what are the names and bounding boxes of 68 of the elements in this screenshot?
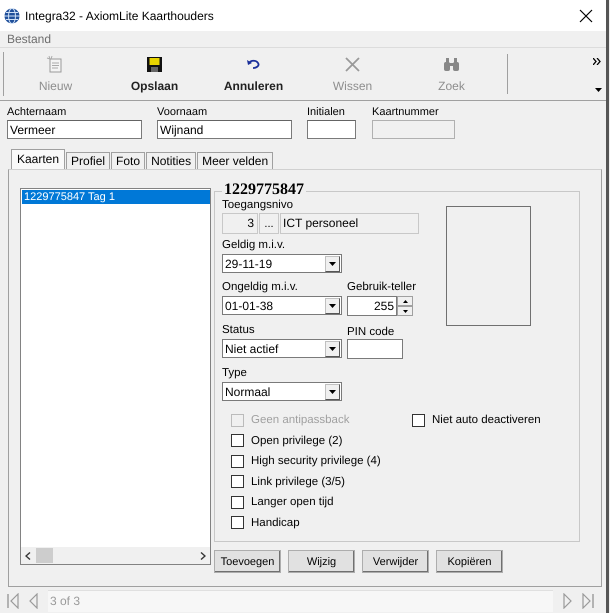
number-field[interactable]: 255 — [347, 296, 397, 316]
window-title: Integra32 - AxiomLite Kaarthouders — [25, 8, 215, 22]
close-icon[interactable] — [579, 8, 593, 22]
up-arrow-icon — [402, 300, 408, 302]
record-position-field: 3 of 3 — [48, 590, 553, 612]
checkbox-label: High security privilege (4) — [251, 455, 381, 468]
checkbox[interactable] — [231, 496, 244, 509]
dropdown[interactable]: Niet actief — [222, 339, 342, 358]
dropdown-arrow-icon[interactable] — [595, 88, 602, 92]
tab[interactable]: Foto — [111, 152, 146, 169]
checkbox[interactable] — [231, 454, 244, 468]
horizontal-scrollbar[interactable] — [21, 547, 210, 564]
action-button[interactable]: Kopiëren — [436, 550, 503, 573]
field-label: Toegangsnivo — [222, 198, 294, 212]
globe-icon — [4, 8, 20, 24]
checkbox-label: Niet auto deactiveren — [432, 414, 541, 426]
text-field[interactable]: Wijnand — [157, 120, 292, 139]
save-button[interactable]: Opslaan — [105, 48, 204, 100]
field-label: Voornaam — [157, 105, 208, 120]
text-field[interactable]: Vermeer — [7, 120, 142, 139]
field-label: PIN code — [347, 325, 396, 339]
dropdown[interactable]: Normaal — [222, 382, 342, 401]
field-label: Type — [222, 366, 248, 380]
chevron-icon[interactable] — [593, 58, 602, 65]
binoculars-icon — [442, 55, 461, 74]
checkbox-label: Open privilege (2) — [251, 434, 342, 447]
down-arrow-icon — [402, 310, 408, 312]
level-number-field: 3 — [222, 213, 258, 234]
spin-down-button[interactable] — [397, 306, 413, 316]
scroll-left-icon[interactable] — [25, 552, 31, 560]
tab[interactable]: Kaarten — [11, 149, 66, 169]
text-field[interactable] — [307, 120, 356, 139]
checkbox-label: Geen antipassback — [251, 414, 350, 426]
dropdown[interactable]: 01-01-38 — [222, 296, 342, 315]
tab[interactable]: Meer velden — [197, 152, 274, 169]
field-label: Geldig m.i.v. — [222, 238, 286, 252]
action-button[interactable]: Toevoegen — [214, 550, 281, 573]
pin-field[interactable] — [347, 339, 403, 359]
checkbox[interactable] — [412, 414, 425, 427]
field-label: Gebruik-teller — [347, 280, 416, 294]
level-name-field: ICT personeel — [280, 213, 419, 234]
dropdown[interactable]: 29-11-19 — [222, 254, 342, 273]
checkbox[interactable] — [231, 434, 244, 448]
action-button[interactable]: Wijzig — [288, 550, 355, 573]
tab[interactable]: Notities — [146, 152, 196, 169]
tab[interactable]: Profiel — [66, 152, 110, 169]
checkbox[interactable] — [231, 475, 244, 488]
checkbox[interactable] — [231, 516, 244, 530]
dropdown-arrow-icon — [329, 262, 336, 266]
action-button[interactable]: Verwijder — [362, 550, 429, 573]
field-label: Initialen — [307, 105, 346, 120]
dropdown-arrow-icon — [329, 304, 336, 308]
spin-up-button[interactable] — [397, 296, 413, 306]
scroll-right-icon[interactable] — [200, 552, 206, 560]
x-icon — [343, 55, 362, 74]
scrollbar-thumb[interactable] — [36, 548, 53, 563]
dropdown-arrow-icon — [329, 390, 336, 394]
browse-button[interactable]: ... — [259, 213, 279, 234]
checkbox-label: Langer open tijd — [251, 496, 334, 508]
field-label: Status — [222, 323, 256, 337]
list-item[interactable]: 1229775847 Tag 1 — [22, 190, 210, 204]
checkbox-label: Handicap — [251, 516, 300, 529]
field-label: Kaartnummer — [372, 105, 440, 120]
undo-button[interactable]: Annuleren — [204, 48, 303, 100]
checkbox-label: Link privilege (3/5) — [251, 476, 345, 488]
field-label: Achternaam — [7, 105, 68, 120]
field-label: Ongeldig m.i.v. — [222, 280, 299, 294]
dropdown-arrow-icon — [329, 346, 336, 350]
